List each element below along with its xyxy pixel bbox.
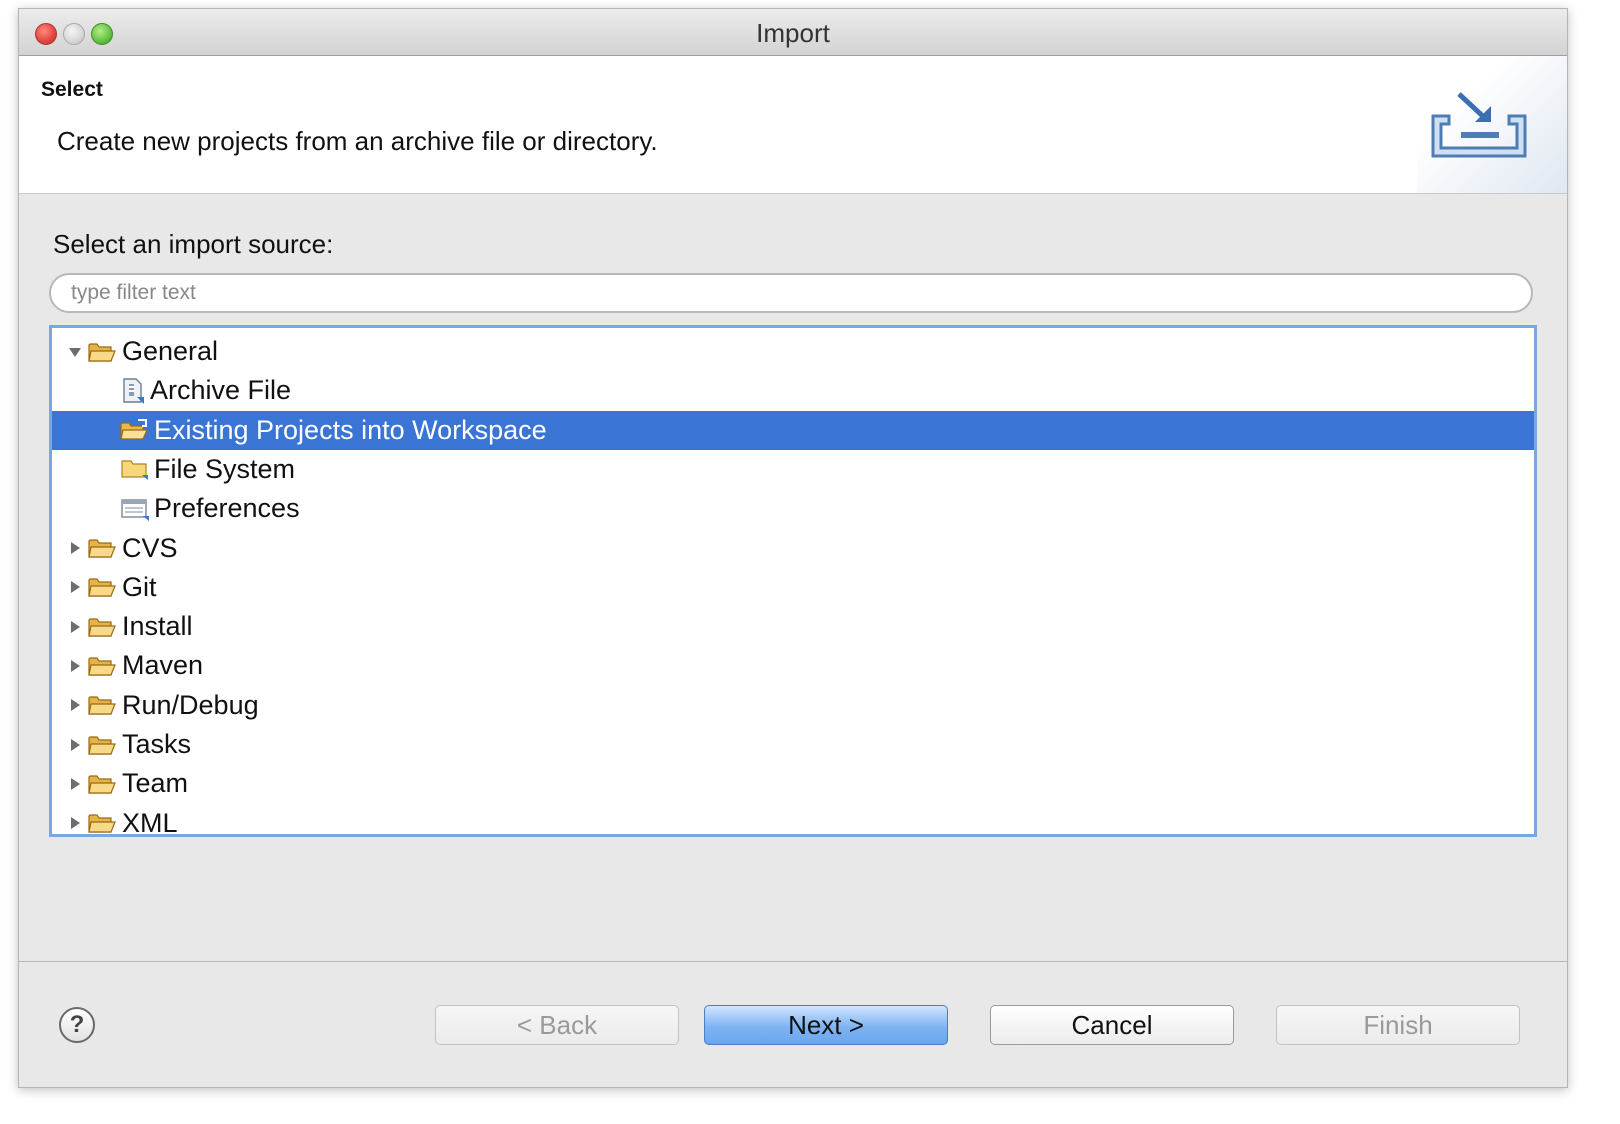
tree-item-label: Archive File [150, 375, 292, 406]
folder-open-icon [88, 812, 118, 834]
import-source-tree[interactable]: General Archive File Existing Projects int… [49, 325, 1537, 837]
collapsed-triangle-icon[interactable] [68, 620, 82, 634]
tree-item[interactable]: Archive File [52, 371, 1534, 410]
tree-item-label: Preferences [154, 493, 300, 524]
folder-open-icon [88, 734, 118, 756]
tree-item[interactable]: Existing Projects into Workspace [52, 410, 1534, 450]
tree-item-label: Tasks [122, 729, 192, 759]
import-source-label: Select an import source: [53, 229, 334, 259]
folder-open-icon [88, 576, 118, 598]
tree-item[interactable]: Team [52, 764, 1534, 803]
tree-item-label: XML [122, 807, 178, 837]
wizard-page-description: Create new projects from an archive file… [57, 126, 658, 156]
collapsed-triangle-icon[interactable] [68, 580, 82, 594]
wizard-page-title: Select [41, 78, 103, 101]
finish-button[interactable]: Finish [1276, 1005, 1520, 1045]
banner-artwork [1417, 56, 1567, 193]
back-button[interactable]: < Back [435, 1005, 679, 1045]
tree-item-label: Run/Debug [122, 689, 259, 720]
tree-item-label: Install [122, 611, 193, 642]
title-bar[interactable]: Import [19, 9, 1567, 56]
folder-open-icon [88, 655, 118, 677]
folder-icon [120, 457, 150, 481]
tree-item[interactable]: Run/Debug [52, 686, 1534, 725]
tree-item-label: Git [122, 571, 157, 602]
folder-open-icon [88, 341, 118, 363]
tree-item-label: Existing Projects into Workspace [154, 414, 547, 445]
tree-item[interactable]: XML [52, 804, 1534, 837]
import-wizard-icon [1431, 92, 1527, 158]
import-dialog: Import Select Create new projects from a… [18, 8, 1568, 1088]
tree-item[interactable]: Maven [52, 646, 1534, 685]
tree-item[interactable]: Git [52, 568, 1534, 607]
folder-open-icon [88, 773, 118, 795]
window-title: Import [756, 18, 830, 48]
tree-item[interactable]: File System [52, 450, 1534, 489]
expanded-triangle-icon[interactable] [68, 345, 82, 359]
tree-item[interactable]: Install [52, 607, 1534, 646]
tree-item[interactable]: General [52, 332, 1534, 371]
cancel-button[interactable]: Cancel [990, 1005, 1234, 1045]
collapsed-triangle-icon[interactable] [68, 659, 82, 673]
filter-input[interactable] [49, 273, 1533, 313]
tree-item[interactable]: Tasks [52, 725, 1534, 764]
projects-folder-icon [120, 419, 150, 441]
folder-open-icon [88, 694, 118, 716]
tree-item[interactable]: Preferences [52, 489, 1534, 528]
next-button[interactable]: Next > [704, 1005, 948, 1045]
preferences-icon [120, 497, 150, 521]
collapsed-triangle-icon[interactable] [68, 698, 82, 712]
archive-file-icon [120, 377, 146, 405]
collapsed-triangle-icon[interactable] [68, 777, 82, 791]
tree-item[interactable]: CVS [52, 529, 1534, 568]
tree-item-label: File System [154, 453, 296, 484]
collapsed-triangle-icon[interactable] [68, 816, 82, 830]
tree-item-label: CVS [122, 532, 178, 563]
help-button[interactable]: ? [59, 1007, 95, 1043]
footer-divider [19, 961, 1567, 962]
tree-item-label: Maven [122, 650, 204, 681]
folder-open-icon [88, 616, 118, 638]
collapsed-triangle-icon[interactable] [68, 738, 82, 752]
wizard-banner: Select Create new projects from an archi… [19, 56, 1567, 194]
folder-open-icon [88, 537, 118, 559]
collapsed-triangle-icon[interactable] [68, 541, 82, 555]
tree-item-label: General [122, 336, 219, 366]
tree-item-label: Team [122, 768, 189, 799]
